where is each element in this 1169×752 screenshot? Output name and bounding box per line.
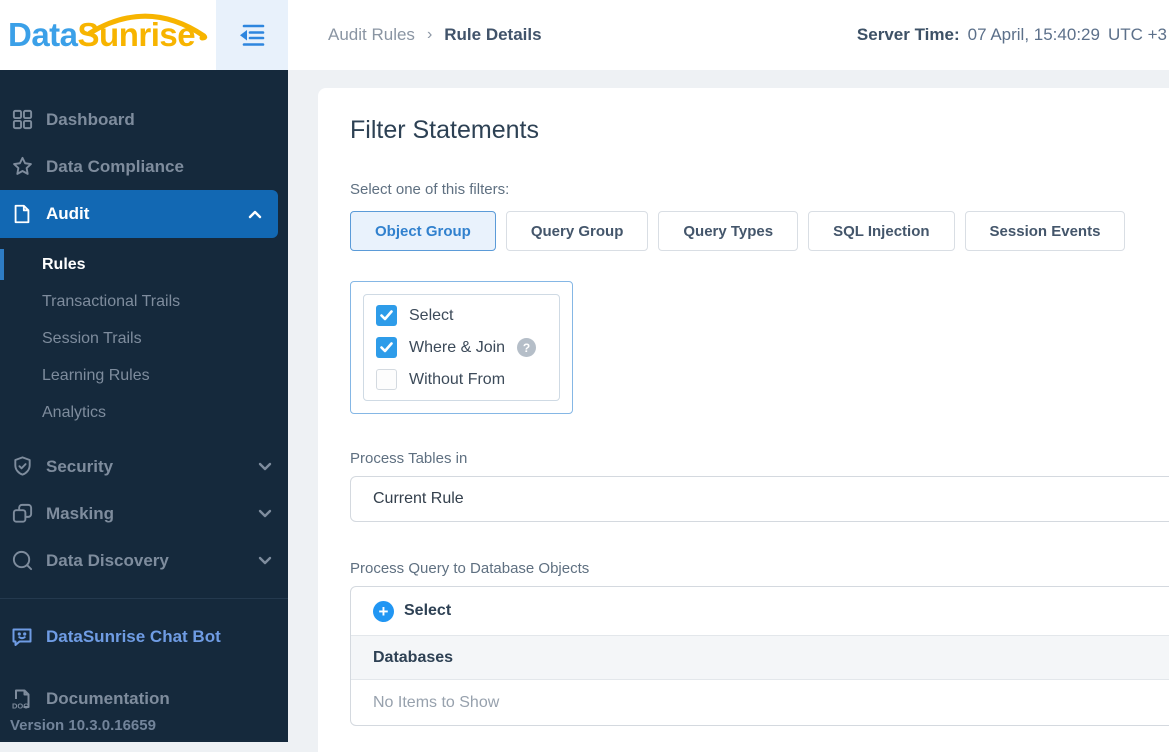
sidebar-subitem-learning-rules[interactable]: Learning Rules [0, 357, 288, 394]
sidebar-item-dashboard[interactable]: Dashboard [0, 96, 288, 143]
help-icon[interactable]: ? [517, 338, 536, 357]
svg-text:DOC: DOC [12, 701, 29, 710]
without-from-checkbox[interactable] [376, 369, 397, 390]
database-objects-panel: + Select Databases No Items to Show [350, 586, 1169, 726]
sidebar-subitem-rules[interactable]: Rules [0, 246, 288, 283]
breadcrumb-audit-rules[interactable]: Audit Rules [328, 25, 415, 45]
server-time-value: 07 April, 15:40:29 [968, 25, 1100, 45]
checkbox-row-where-join: Where & Join ? [376, 337, 547, 358]
databases-column-header: Databases [351, 635, 1169, 680]
sidebar-subitem-label: Session Trails [42, 330, 142, 348]
select-checkbox[interactable] [376, 305, 397, 326]
sidebar-subitem-transactional-trails[interactable]: Transactional Trails [0, 283, 288, 320]
process-tables-select[interactable]: Current Rule [350, 476, 1169, 522]
checkbox-row-select: Select [376, 305, 547, 326]
sidebar-item-data-discovery[interactable]: Data Discovery [0, 537, 288, 584]
plus-circle-icon: + [373, 601, 394, 622]
sidebar-item-documentation[interactable]: DOC Documentation [0, 675, 288, 722]
breadcrumb: Audit Rules › Rule Details [328, 25, 542, 45]
sidebar-item-label: Security [46, 457, 113, 477]
breadcrumb-rule-details: Rule Details [444, 25, 541, 45]
server-time-zone: UTC +3 [1108, 25, 1167, 45]
sidebar-subitem-analytics[interactable]: Analytics [0, 394, 288, 431]
sidebar-item-label: Documentation [46, 689, 170, 709]
checkbox-label: Select [409, 307, 453, 325]
checkbox-row-without-from: Without From [376, 369, 547, 390]
empty-state-row: No Items to Show [351, 680, 1169, 725]
audit-submenu: Rules Transactional Trails Session Trail… [0, 238, 288, 443]
select-button-label: Select [404, 602, 451, 620]
sidebar-item-label: Data Compliance [46, 157, 184, 177]
logo-word-data: Data [8, 16, 78, 54]
sidebar-item-masking[interactable]: Masking [0, 490, 288, 537]
statement-types-group: Select Where & Join ? Without From [350, 281, 573, 414]
tab-query-group[interactable]: Query Group [506, 211, 649, 251]
empty-state-label: No Items to Show [373, 694, 499, 712]
sidebar-subitem-label: Rules [42, 256, 86, 274]
version-label: Version 10.3.0.16659 [10, 717, 156, 734]
statement-types-list: Select Where & Join ? Without From [363, 294, 560, 401]
tab-query-types[interactable]: Query Types [658, 211, 798, 251]
sidebar-subitem-label: Learning Rules [42, 367, 150, 385]
chevron-down-icon [258, 556, 272, 565]
filters-label: Select one of this filters: [350, 181, 1169, 198]
sidebar: Dashboard Data Compliance Audit [0, 70, 288, 742]
chevron-down-icon [258, 462, 272, 471]
sidebar-subitem-label: Analytics [42, 404, 106, 422]
tab-session-events[interactable]: Session Events [965, 211, 1126, 251]
process-query-label: Process Query to Database Objects [350, 560, 1169, 577]
where-join-checkbox[interactable] [376, 337, 397, 358]
masking-squares-icon [10, 502, 34, 526]
process-tables-value: Current Rule [373, 490, 464, 508]
sidebar-item-security[interactable]: Security [0, 443, 288, 490]
sidebar-item-label: DataSunrise Chat Bot [46, 627, 221, 647]
sidebar-item-data-compliance[interactable]: Data Compliance [0, 143, 288, 190]
tab-sql-injection[interactable]: SQL Injection [808, 211, 954, 251]
process-tables-label: Process Tables in [350, 450, 1169, 467]
sidebar-divider [0, 598, 288, 599]
server-time-label: Server Time: [857, 25, 960, 45]
top-bar: DataSunrise Audit Rules › Rule Details S… [0, 0, 1169, 70]
sidebar-subitem-session-trails[interactable]: Session Trails [0, 320, 288, 357]
document-icon [10, 202, 34, 226]
server-time: Server Time: 07 April, 15:40:29 UTC +3 [857, 25, 1169, 45]
page-title: Filter Statements [350, 116, 1169, 145]
dashboard-grid-icon [10, 108, 34, 132]
checkbox-label: Where & Join [409, 339, 505, 357]
logo-word-sunrise: Sunrise [78, 16, 196, 54]
add-objects-select-button[interactable]: + Select [351, 587, 1169, 635]
sidebar-collapse-button[interactable] [216, 0, 288, 70]
breadcrumb-separator-icon: › [427, 26, 432, 44]
sidebar-item-label: Data Discovery [46, 551, 169, 571]
databases-header-label: Databases [373, 649, 453, 667]
collapse-sidebar-icon [235, 20, 269, 50]
sidebar-subitem-label: Transactional Trails [42, 293, 180, 311]
magnifier-icon [10, 549, 34, 573]
sidebar-item-label: Masking [46, 504, 114, 524]
sidebar-item-label: Dashboard [46, 110, 135, 130]
star-icon [10, 155, 34, 179]
shield-check-icon [10, 455, 34, 479]
chevron-down-icon [258, 509, 272, 518]
filter-tabs: Object Group Query Group Query Types SQL… [350, 211, 1169, 251]
sidebar-item-audit[interactable]: Audit [0, 190, 278, 238]
sidebar-item-chat-bot[interactable]: DataSunrise Chat Bot [0, 613, 288, 661]
doc-file-icon: DOC [10, 687, 34, 711]
datasunrise-logo[interactable]: DataSunrise [0, 0, 216, 70]
checkbox-label: Without From [409, 371, 505, 389]
chat-bot-icon [10, 625, 34, 649]
tab-object-group[interactable]: Object Group [350, 211, 496, 251]
chevron-up-icon [248, 210, 262, 219]
sidebar-item-label: Audit [46, 204, 89, 224]
rule-details-card: Filter Statements Select one of this fil… [318, 88, 1169, 752]
